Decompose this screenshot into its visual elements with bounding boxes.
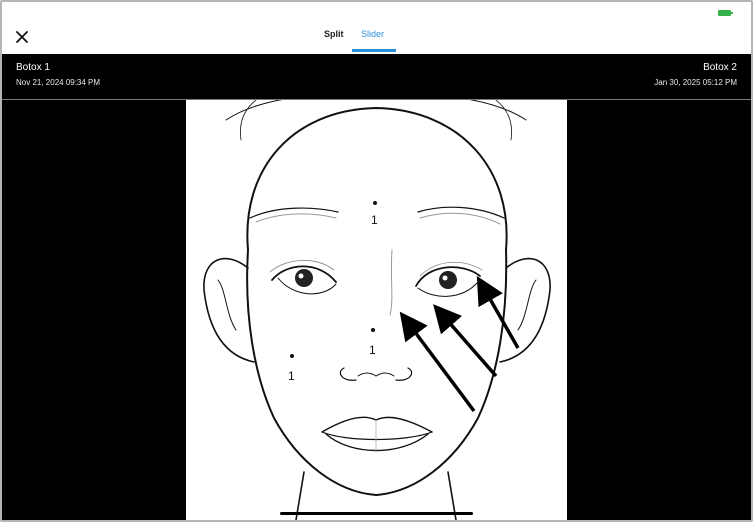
active-tab-indicator [352,49,396,52]
injection-label: 1 [371,213,378,227]
injection-label: 1 [288,369,295,383]
top-toolbar: Split Slider [2,2,751,54]
tab-slider[interactable]: Slider [361,29,384,39]
right-photo-title: Botox 2 [703,62,737,73]
compare-modal: Split Slider Botox 1 Nov 21, 2024 09:34 … [0,0,753,522]
injection-label: 1 [369,343,376,357]
left-photo-date: Nov 21, 2024 09:34 PM [16,78,101,87]
face-chart-image[interactable]: 1 1 1 [186,100,567,520]
left-photo-title: Botox 1 [16,62,50,73]
injection-dot [290,354,294,358]
right-photo-date: Jan 30, 2025 05:12 PM [654,78,737,87]
image-viewer[interactable]: 1 1 1 [2,100,751,520]
slider-handle[interactable] [280,512,473,515]
direction-arrow [399,311,476,413]
battery-icon [718,10,733,16]
injection-dot [373,201,377,205]
comparison-header: Botox 1 Nov 21, 2024 09:34 PM Botox 2 Ja… [2,54,751,100]
tab-split[interactable]: Split [324,29,344,39]
face-illustration [203,100,551,520]
view-mode-tabs: Split Slider [2,2,751,54]
injection-dot [371,328,375,332]
direction-arrow [433,304,498,378]
